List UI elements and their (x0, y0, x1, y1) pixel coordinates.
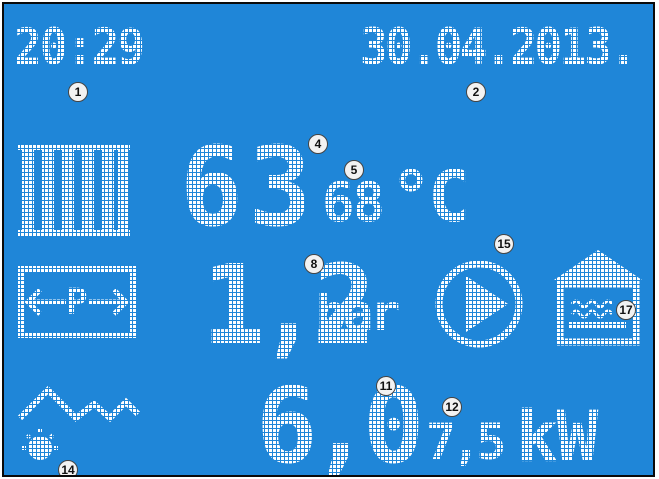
boiler-current-temperature: 63 (180, 123, 318, 251)
temperature-unit: °C (390, 156, 470, 238)
callout-5: 5 (344, 160, 364, 180)
pressure-unit: bar (316, 284, 400, 342)
pressure-icon-label: P (66, 282, 88, 323)
house-heating-icon (554, 250, 642, 346)
callout-4: 4 (308, 134, 328, 154)
power-unit: kW (516, 396, 598, 477)
time-display: 20:29 (14, 18, 145, 76)
callout-12: 12 (442, 397, 462, 417)
callout-2: 2 (466, 82, 486, 102)
circulation-pump-icon (435, 260, 523, 348)
radiator-icon (18, 144, 130, 236)
callout-14: 14 (58, 460, 78, 475)
callout-11: 11 (376, 376, 396, 396)
boiler-set-temperature: 68 (322, 171, 385, 234)
callout-8: 8 (304, 254, 324, 274)
outdoor-weather-icon (17, 385, 141, 460)
callout-17: 17 (616, 300, 636, 320)
callout-15: 15 (494, 234, 514, 254)
power-value: 7,5 (426, 413, 506, 471)
boiler-lcd-screen: 20:29 30.04.2013. 63 68 °C P 1,2 bar 6,0… (2, 2, 655, 477)
callout-1: 1 (68, 82, 88, 102)
date-display: 30.04.2013. (360, 18, 637, 76)
